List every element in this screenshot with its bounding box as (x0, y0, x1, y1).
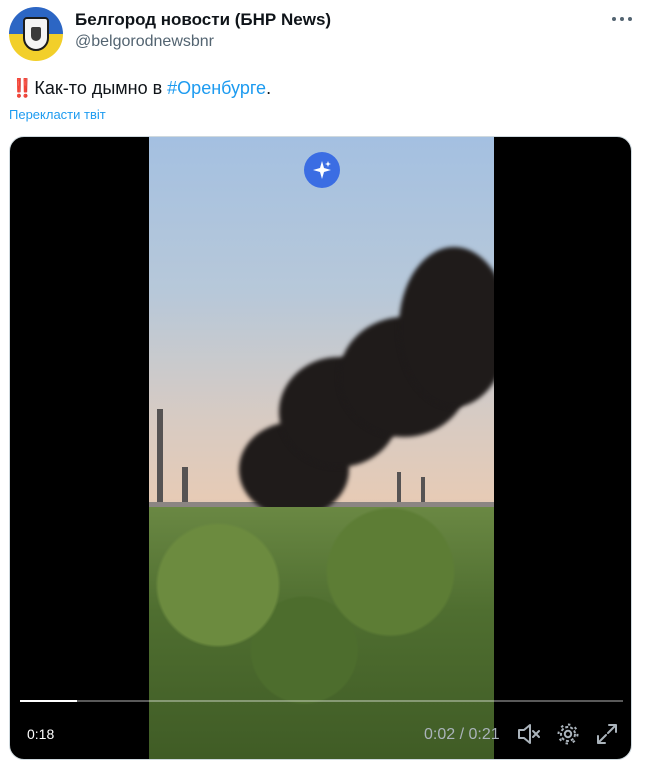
duration: 0:21 (468, 726, 500, 743)
sparkles-icon[interactable] (304, 152, 340, 188)
progress-fill (20, 700, 78, 702)
tweet-text-after: . (266, 78, 272, 98)
translate-tweet-link[interactable]: Перекласти твіт (9, 107, 106, 122)
account-handle[interactable]: @belgorodnewsbnr (75, 33, 214, 51)
hashtag-link[interactable]: #Оренбурге (167, 78, 266, 99)
tweet-text-before: Как-то дымно в (34, 78, 168, 98)
speaker-muted-icon[interactable] (516, 721, 542, 747)
time-display: 0:02 / 0:21 (424, 726, 500, 744)
avatar[interactable] (9, 7, 63, 61)
more-options-icon[interactable] (609, 9, 635, 29)
double-exclamation-icon: ‼️ (11, 78, 33, 98)
fullscreen-icon[interactable] (594, 721, 620, 747)
remaining-time: 0:18 (27, 726, 55, 742)
progress-bar[interactable] (20, 700, 623, 702)
account-name[interactable]: Белгород новости (БНР News) (75, 10, 331, 30)
tree-line (149, 507, 494, 759)
coat-of-arms-icon (23, 17, 49, 51)
video-frame[interactable] (149, 137, 494, 759)
time-separator: / (455, 726, 469, 743)
video-player[interactable]: 0:18 0:02 / 0:21 (9, 136, 632, 760)
tweet-text: ‼️ Как-то дымно в #Оренбурге . (11, 78, 271, 99)
current-time: 0:02 (424, 726, 456, 743)
gear-icon[interactable] (555, 721, 581, 747)
